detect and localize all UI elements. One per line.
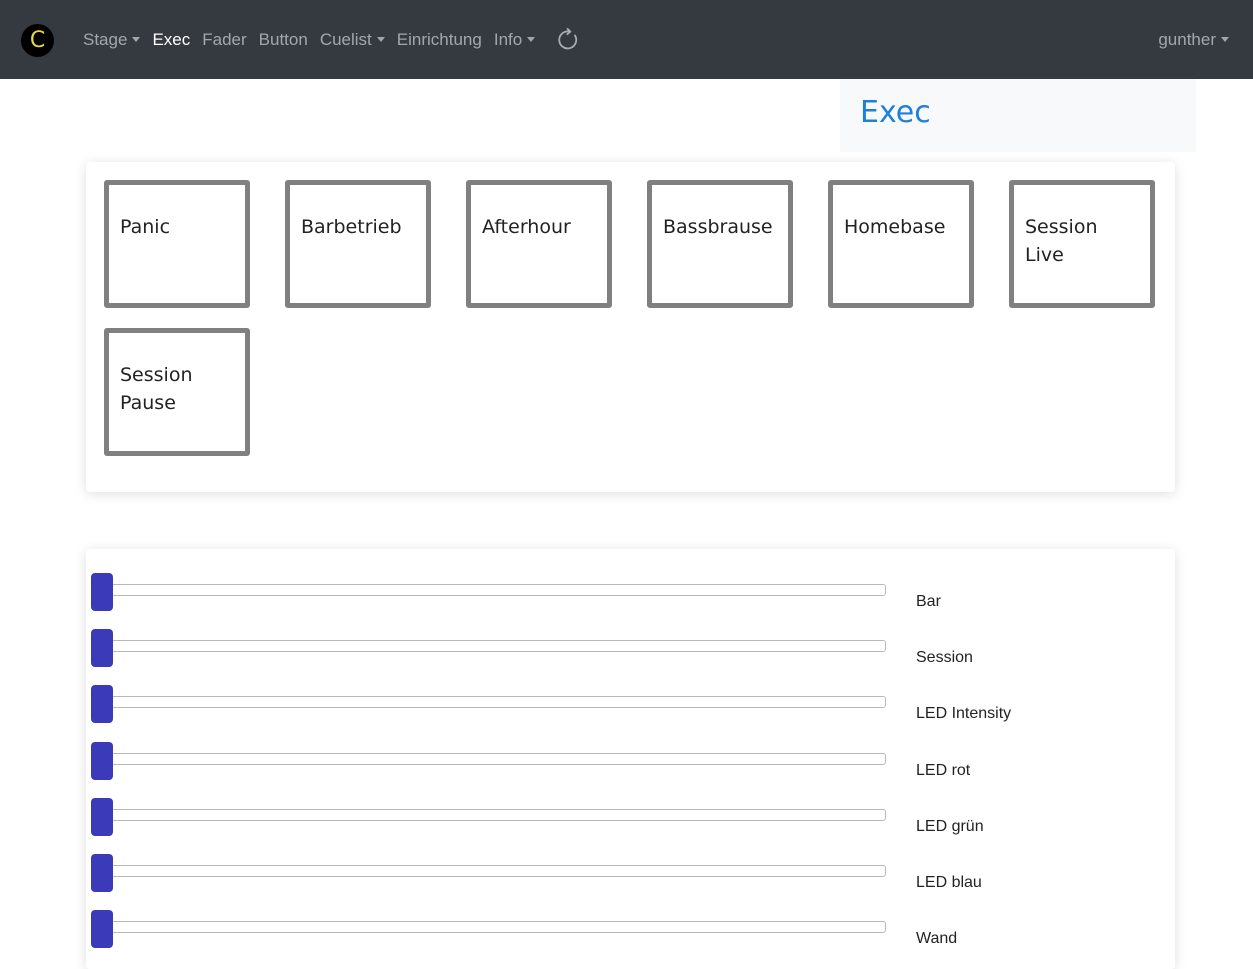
nav-item-exec[interactable]: Exec bbox=[152, 30, 190, 50]
exec-button-panic[interactable]: Panic bbox=[104, 180, 250, 308]
nav-item-label: Info bbox=[493, 29, 523, 49]
fader-track[interactable] bbox=[102, 921, 886, 934]
refresh-icon[interactable] bbox=[555, 27, 581, 53]
exec-button-label: Panic bbox=[120, 216, 171, 238]
nav-item-label: Fader bbox=[202, 29, 247, 49]
nav-item-cuelist[interactable]: Cuelist bbox=[320, 30, 385, 50]
fader-handle[interactable] bbox=[91, 854, 113, 892]
chevron-down-icon bbox=[1221, 37, 1229, 42]
nav-item-label: Button bbox=[258, 29, 308, 49]
nav-menu: Stage Exec Fader Button Cuelist Einrichtung In… bbox=[83, 0, 581, 79]
nav-item-label: Einrichtung bbox=[396, 29, 482, 49]
exec-button-label: Bassbrause bbox=[663, 216, 773, 238]
chevron-down-icon bbox=[376, 37, 385, 42]
fader-panel: Bar Session LED Intensity LED rot LED grün LE… bbox=[86, 549, 1175, 969]
fader-row-bar: Bar bbox=[90, 567, 1150, 611]
fader-row-led-blau: LED blau bbox=[90, 848, 1150, 892]
exec-button-session-pause[interactable]: Session Pause bbox=[104, 328, 250, 456]
fader-track[interactable] bbox=[102, 584, 886, 596]
fader-row-led-gruen: LED grün bbox=[90, 792, 1150, 836]
fader-handle[interactable] bbox=[91, 910, 113, 949]
chevron-down-icon bbox=[132, 37, 141, 42]
exec-button-label: Session Live bbox=[1025, 216, 1098, 266]
page-header: Exec bbox=[840, 79, 1196, 152]
fader-track[interactable] bbox=[102, 752, 886, 765]
user-menu[interactable]: gunther bbox=[1158, 0, 1229, 79]
fader-handle[interactable] bbox=[91, 741, 113, 780]
fader-handle[interactable] bbox=[91, 573, 113, 611]
nav-item-info[interactable]: Info bbox=[493, 29, 536, 50]
fader-label: Session bbox=[916, 649, 973, 667]
fader-handle[interactable] bbox=[91, 685, 113, 724]
fader-track[interactable] bbox=[102, 696, 886, 709]
user-name: gunther bbox=[1158, 29, 1216, 49]
page-title: Exec bbox=[860, 95, 931, 130]
fader-track[interactable] bbox=[102, 865, 886, 877]
top-navbar: C Stage Exec Fader Button Cuelist Einrichtung… bbox=[0, 0, 1253, 79]
exec-button-label: Barbetrieb bbox=[301, 216, 402, 238]
fader-handle[interactable] bbox=[91, 797, 113, 836]
nav-item-stage[interactable]: Stage bbox=[83, 29, 141, 50]
exec-button-barbetrieb[interactable]: Barbetrieb bbox=[285, 180, 431, 308]
fader-handle[interactable] bbox=[91, 629, 113, 668]
exec-button-bassbrause[interactable]: Bassbrause bbox=[647, 180, 793, 308]
fader-label: LED grün bbox=[916, 817, 984, 835]
exec-button-session-live[interactable]: Session Live bbox=[1009, 180, 1155, 308]
fader-label: LED rot bbox=[916, 761, 971, 779]
exec-button-label: Homebase bbox=[844, 216, 946, 238]
app-logo[interactable]: C bbox=[21, 24, 54, 57]
exec-button-homebase[interactable]: Homebase bbox=[828, 180, 974, 308]
fader-row-led-rot: LED rot bbox=[90, 736, 1150, 780]
fader-row-session: Session bbox=[90, 623, 1150, 668]
fader-label: Bar bbox=[916, 593, 941, 610]
nav-item-label: Exec bbox=[152, 29, 191, 49]
fader-track[interactable] bbox=[102, 808, 886, 821]
fader-label: Wand bbox=[916, 930, 958, 948]
exec-panel: Panic Barbetrieb Afterhour Bassbrause Homeba… bbox=[86, 162, 1175, 492]
nav-item-label: Cuelist bbox=[319, 29, 372, 49]
nav-item-fader[interactable]: Fader bbox=[202, 30, 246, 50]
nav-item-einrichtung[interactable]: Einrichtung bbox=[397, 30, 482, 50]
exec-button-label: Afterhour bbox=[482, 216, 571, 238]
fader-row-wand: Wand bbox=[90, 904, 1150, 949]
nav-item-button[interactable]: Button bbox=[259, 30, 308, 50]
exec-button-afterhour[interactable]: Afterhour bbox=[466, 180, 612, 308]
fader-label: LED blau bbox=[916, 874, 982, 891]
fader-row-led-intensity: LED Intensity bbox=[90, 679, 1150, 724]
nav-item-label: Stage bbox=[83, 29, 128, 49]
exec-button-label: Session Pause bbox=[120, 364, 193, 414]
fader-track[interactable] bbox=[102, 640, 886, 653]
fader-label: LED Intensity bbox=[916, 705, 1012, 723]
chevron-down-icon bbox=[527, 37, 536, 42]
